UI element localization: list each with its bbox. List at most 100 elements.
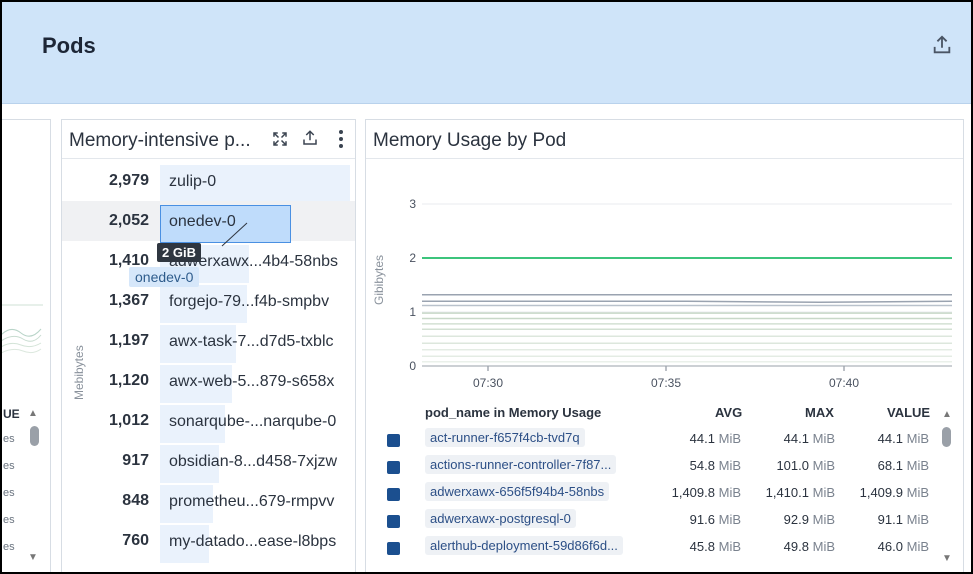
expand-icon[interactable] xyxy=(271,130,291,150)
legend-pod-name[interactable]: alerthub-deployment-59d86f6d... xyxy=(425,536,623,555)
export-icon[interactable] xyxy=(931,34,955,58)
legend-value-cell: 1,409.9 MiB xyxy=(860,485,929,500)
partial-row: es xyxy=(3,460,15,472)
legend-value-cell: 68.1 MiB xyxy=(878,458,929,473)
legend-avg-cell: 91.6 MiB xyxy=(690,512,741,527)
legend-max-cell: 1,410.1 MiB xyxy=(766,485,835,500)
legend-row[interactable]: act-runner-f657f4cb-tvd7q 44.1 MiB 44.1 Mi… xyxy=(366,424,963,451)
legend-avg-cell: 45.8 MiB xyxy=(690,539,741,554)
legend-unit: MiB xyxy=(906,458,929,473)
legend-row[interactable]: actions-runner-controller-7f87... 54.8 Mi… xyxy=(366,451,963,478)
legend-unit: MiB xyxy=(718,431,741,446)
export-icon[interactable] xyxy=(301,129,321,149)
legend-unit: MiB xyxy=(718,539,741,554)
y-tick-label: 0 xyxy=(409,359,416,373)
tooltip-value: 2 GiB xyxy=(157,243,201,262)
bar-pod-name: prometheu...679-rmpvv xyxy=(169,493,335,510)
legend-header-max[interactable]: MAX xyxy=(805,405,834,420)
legend-unit: MiB xyxy=(906,431,929,446)
legend-avg-value: 44.1 xyxy=(689,431,715,446)
memory-usage-panel: Memory Usage by Pod Gibibytes 3 2 1 0 07:30 0… xyxy=(365,119,964,572)
legend-pod-name[interactable]: act-runner-f657f4cb-tvd7q xyxy=(425,428,585,447)
series-swatch xyxy=(387,488,400,501)
legend-pod-name[interactable]: actions-runner-controller-7f87... xyxy=(425,455,617,474)
legend-row[interactable]: adwerxawx-656f5f94b4-58nbs 1,409.8 MiB 1,4… xyxy=(366,478,963,505)
legend-unit: MiB xyxy=(812,539,835,554)
legend-pod-name[interactable]: adwerxawx-postgresql-0 xyxy=(425,509,576,528)
bar-value: 1,120 xyxy=(108,372,149,389)
legend-avg-value: 45.8 xyxy=(689,539,715,554)
tooltip-connector xyxy=(221,222,248,247)
series-swatch xyxy=(387,434,400,447)
panel-title: Memory Usage by Pod xyxy=(373,130,567,151)
legend-avg-cell: 44.1 MiB xyxy=(690,431,741,446)
bar-row[interactable]: 1,120 awx-web-5...879-s658x xyxy=(62,361,355,403)
legend-avg-cell: 54.8 MiB xyxy=(690,458,741,473)
legend-unit: MiB xyxy=(906,485,929,500)
legend-value-value: 44.1 xyxy=(877,431,903,446)
series-swatch xyxy=(387,515,400,528)
bar-pod-name: my-datado...ease-l8bps xyxy=(169,533,337,550)
title-divider xyxy=(366,158,963,159)
scroll-up-icon[interactable]: ▲ xyxy=(942,409,952,420)
legend-unit: MiB xyxy=(906,539,929,554)
bar-value: 1,012 xyxy=(108,412,149,429)
scroll-down-icon[interactable]: ▼ xyxy=(942,553,952,564)
series-swatch xyxy=(387,461,400,474)
legend-value-value: 91.1 xyxy=(877,512,903,527)
legend-unit: MiB xyxy=(812,485,835,500)
legend-unit: MiB xyxy=(718,512,741,527)
bar-row[interactable]: 917 obsidian-8...d458-7xjzw xyxy=(62,441,355,483)
bar-pod-name: awx-task-7...d7d5-txblc xyxy=(169,333,334,350)
legend-row[interactable]: alerthub-deployment-59d86f6d... 45.8 MiB 4… xyxy=(366,532,963,559)
legend-value-value: 46.0 xyxy=(877,539,903,554)
bar-row[interactable]: 760 my-datado...ease-l8bps xyxy=(62,521,355,563)
legend-max-cell: 101.0 MiB xyxy=(776,458,835,473)
series-line[interactable] xyxy=(422,300,953,304)
bar-row[interactable]: 1,367 forgejo-79...f4b-smpbv xyxy=(62,281,355,323)
bar-row[interactable]: 2,979 zulip-0 xyxy=(62,161,355,203)
scroll-up-icon[interactable]: ▲ xyxy=(28,408,38,419)
legend-unit: MiB xyxy=(906,512,929,527)
page-header: Pods xyxy=(2,2,971,104)
partial-row: es xyxy=(3,541,15,553)
legend-max-value: 44.1 xyxy=(783,431,809,446)
legend-unit: MiB xyxy=(812,512,835,527)
legend-row[interactable]: adwerxawx-postgresql-0 91.6 MiB 92.9 MiB 91… xyxy=(366,505,963,532)
legend-max-cell: 44.1 MiB xyxy=(784,431,835,446)
x-tick-label: 07:35 xyxy=(651,376,681,390)
bar-row[interactable]: 1,012 sonarqube-...narqube-0 xyxy=(62,401,355,443)
x-tick-label: 07:40 xyxy=(829,376,859,390)
partial-row: es xyxy=(3,433,15,445)
legend-max-value: 49.8 xyxy=(783,539,809,554)
bar-value: 760 xyxy=(122,532,149,549)
bar-pod-name: sonarqube-...narqube-0 xyxy=(169,413,337,430)
y-tick-label: 3 xyxy=(409,197,416,211)
mini-chart xyxy=(2,304,43,354)
legend-value-value: 1,409.9 xyxy=(859,485,903,500)
legend-pod-name[interactable]: adwerxawx-656f5f94b4-58nbs xyxy=(425,482,610,501)
legend-max-cell: 49.8 MiB xyxy=(784,539,835,554)
legend-value-cell: 91.1 MiB xyxy=(878,512,929,527)
y-tick-label: 2 xyxy=(409,251,416,265)
bar-pod-name: obsidian-8...d458-7xjzw xyxy=(169,453,338,470)
scroll-down-icon[interactable]: ▼ xyxy=(28,552,38,563)
scrollbar-thumb[interactable] xyxy=(942,427,951,447)
legend-max-value: 101.0 xyxy=(776,458,809,473)
legend-header-value[interactable]: VALUE xyxy=(887,405,930,420)
legend-value-cell: 44.1 MiB xyxy=(878,431,929,446)
scrollbar-thumb[interactable] xyxy=(30,426,39,446)
legend-header-avg[interactable]: AVG xyxy=(715,405,742,420)
bar-row[interactable]: 1,197 awx-task-7...d7d5-txblc xyxy=(62,321,355,363)
more-options-icon[interactable] xyxy=(332,129,352,149)
legend-avg-value: 91.6 xyxy=(689,512,715,527)
bar-pod-name: zulip-0 xyxy=(169,173,217,190)
legend-header-name[interactable]: pod_name in Memory Usage xyxy=(425,405,601,420)
legend-value-cell: 46.0 MiB xyxy=(878,539,929,554)
bar-value: 1,367 xyxy=(108,292,149,309)
bar-pod-name: awx-web-5...879-s658x xyxy=(169,373,335,390)
legend-avg-value: 1,409.8 xyxy=(671,485,715,500)
legend-avg-value: 54.8 xyxy=(689,458,715,473)
legend-unit: MiB xyxy=(812,458,835,473)
bar-row[interactable]: 848 prometheu...679-rmpvv xyxy=(62,481,355,523)
